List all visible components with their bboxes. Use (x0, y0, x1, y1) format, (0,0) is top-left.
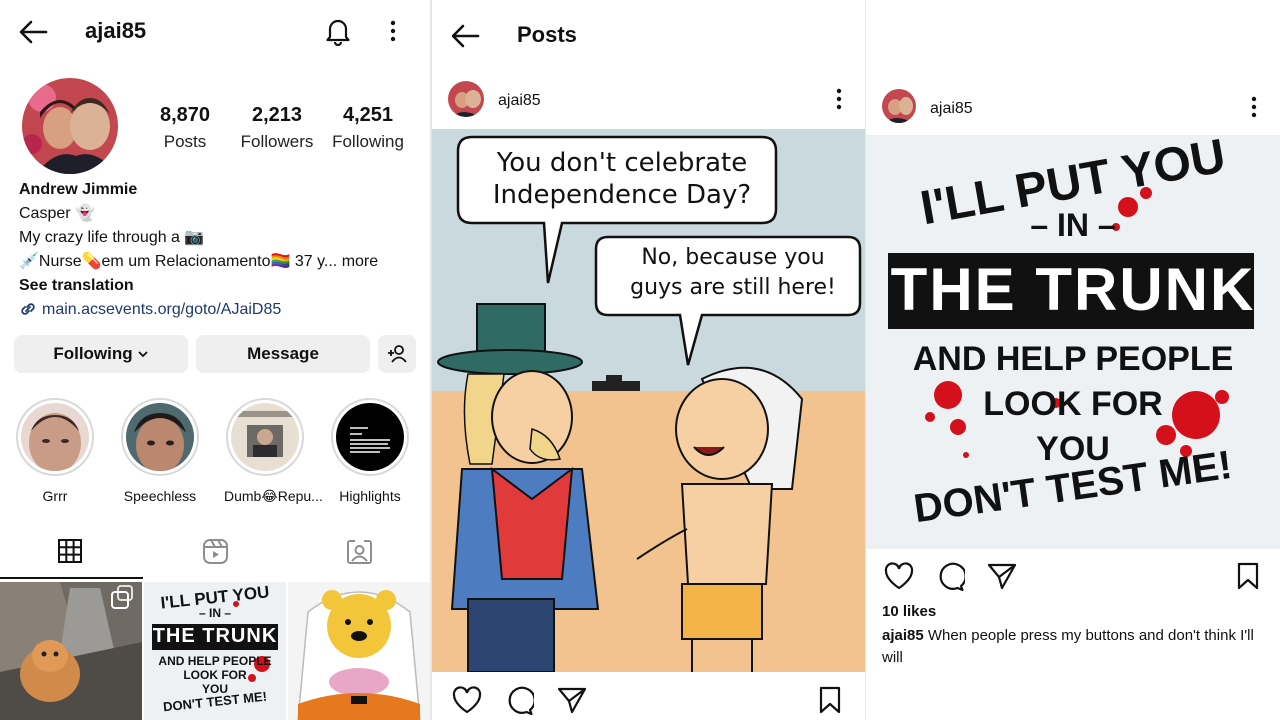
reels-tab-icon[interactable] (202, 538, 229, 565)
chevron-down-icon (137, 350, 149, 358)
link-icon (19, 301, 37, 317)
tagged-tab-icon[interactable] (346, 538, 373, 565)
following-count[interactable]: 4,251 (326, 104, 410, 127)
grid-post-cat[interactable] (0, 582, 142, 720)
see-translation-link[interactable]: See translation (19, 274, 134, 298)
caption-text: When people press my buttons and don't t… (882, 627, 1254, 666)
post-caption: ajai85 When people press my buttons and … (882, 625, 1268, 669)
grid-post-trunk[interactable]: I'LL PUT YOU – IN – THE TRUNK AND HELP P… (144, 582, 286, 720)
message-button-label: Message (247, 344, 319, 363)
post-username[interactable]: ajai85 (930, 100, 973, 118)
message-button[interactable]: Message (196, 335, 370, 373)
highlight-dumb-repu[interactable]: Dumb😂Repu... (224, 398, 323, 505)
bell-icon[interactable] (324, 16, 352, 46)
highlight-ring (16, 398, 94, 476)
thumb-line-5: LOOK FOR (183, 668, 247, 682)
post-avatar[interactable] (882, 89, 916, 123)
post-username[interactable]: ajai85 (498, 92, 541, 110)
bio-line-2: My crazy life through a 📷 (19, 229, 205, 246)
comment-icon[interactable] (504, 686, 534, 716)
posts-panel: Posts ajai85 You don't celebrate Indepen… (432, 0, 865, 720)
highlight-ring (226, 398, 304, 476)
like-heart-icon[interactable] (452, 686, 482, 714)
followers-count[interactable]: 2,213 (237, 104, 317, 127)
trunk-line-4: AND HELP PEOPLE (912, 340, 1234, 378)
post-image-cartoon[interactable]: You don't celebrate Independence Day? No… (432, 129, 865, 672)
likes-count[interactable]: 10 likes (882, 603, 936, 620)
speech-bubble-1: You don't celebrate Independence Day? (472, 147, 772, 211)
thumb-line-2: – IN – (198, 606, 231, 620)
grid-tab-icon[interactable] (57, 538, 83, 564)
highlight-thumb (231, 403, 299, 471)
bookmark-icon[interactable] (818, 686, 842, 714)
post-more-options-icon[interactable] (835, 88, 843, 110)
grid-post-pooh[interactable] (288, 582, 430, 720)
speech-bubble-2: No, because you guys are still here! (608, 243, 858, 303)
highlight-highlights[interactable]: Highlights (329, 398, 411, 504)
highlight-label: Grrr (42, 488, 68, 504)
profile-panel: ajai85 8,870 Posts 2,213 Followers 4,251… (0, 0, 430, 720)
share-send-icon[interactable] (987, 562, 1017, 590)
active-tab-indicator (0, 577, 143, 579)
post-image-trunk[interactable]: I'LL PUT YOU – IN – THE TRUNK AND HELP P… (866, 135, 1280, 549)
like-heart-icon[interactable] (884, 562, 914, 590)
posts-label: Posts (163, 132, 207, 151)
bubble-1-line-1: You don't celebrate (496, 148, 748, 178)
bio-line-1: Casper 👻 (19, 205, 95, 222)
back-arrow-icon[interactable] (450, 22, 480, 50)
comment-icon[interactable] (935, 562, 965, 592)
profile-username: ajai85 (85, 18, 147, 43)
following-label[interactable]: Following (326, 132, 410, 152)
post-detail-panel: ajai85 I'LL PUT YOU – IN – THE TRUNK AND… (866, 0, 1280, 720)
bubble-2-line-2: guys are still here! (630, 275, 836, 300)
back-arrow-icon[interactable] (18, 18, 48, 46)
bio-line-3[interactable]: 💉Nurse💊em um Relacionamento🏳️‍🌈 37 y... … (19, 250, 378, 274)
followers-label[interactable]: Followers (237, 132, 317, 152)
highlight-label: Highlights (339, 488, 401, 504)
post-more-options-icon[interactable] (1250, 96, 1258, 118)
post-avatar[interactable] (448, 81, 484, 117)
highlight-thumb (126, 403, 194, 471)
bookmark-icon[interactable] (1236, 562, 1260, 590)
add-user-icon (387, 345, 407, 363)
thumb-line-3: THE TRUNK (152, 625, 278, 647)
profile-avatar[interactable] (22, 78, 118, 174)
more-options-icon[interactable] (389, 20, 397, 42)
highlight-label: Dumb😂Repu... (224, 488, 323, 504)
trunk-line-5: LOOK FOR (983, 385, 1163, 423)
bubble-1-line-2: Independence Day? (492, 180, 752, 210)
highlight-thumb (336, 403, 404, 471)
bubble-2-line-1: No, because you (641, 245, 825, 270)
highlight-speechless[interactable]: Speechless (119, 398, 201, 504)
add-user-button[interactable] (378, 335, 416, 373)
posts-count: 8,870 (159, 104, 211, 126)
posts-title: Posts (517, 22, 577, 47)
highlight-grrr[interactable]: Grrr (14, 398, 96, 504)
highlight-label: Speechless (123, 488, 197, 504)
share-send-icon[interactable] (557, 686, 587, 714)
highlight-ring (121, 398, 199, 476)
following-button-label: Following (53, 344, 133, 363)
trunk-line-2: – IN – (1030, 207, 1116, 243)
highlight-ring (331, 398, 409, 476)
profile-name: Andrew Jimmie (19, 181, 138, 198)
highlight-thumb (21, 403, 89, 471)
profile-link[interactable]: main.acsevents.org/goto/AJaiD85 (42, 298, 281, 322)
caption-username[interactable]: ajai85 (882, 627, 924, 644)
trunk-line-3: THE TRUNK (890, 256, 1256, 323)
thumb-line-4: AND HELP PEOPLE (158, 654, 272, 668)
following-button[interactable]: Following (14, 335, 188, 373)
